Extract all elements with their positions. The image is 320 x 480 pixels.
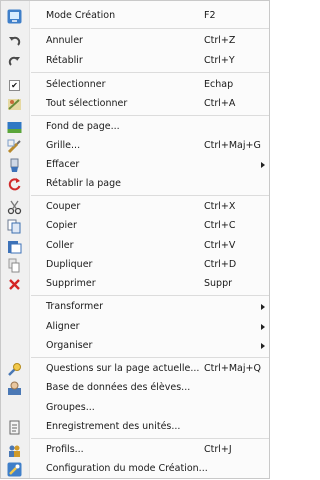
menu-item-redo[interactable]: Rétablir Ctrl+Y — [1, 52, 269, 71]
menu-item-label: Coller — [46, 240, 74, 251]
menu-item-design-mode[interactable]: Mode Création F2 — [1, 7, 269, 26]
menu-item-label: Copier — [46, 220, 77, 231]
menu-separator — [31, 195, 269, 196]
menu-item-unit-registration[interactable]: Enregistrement des unités... — [1, 418, 269, 437]
menu-item-copy[interactable]: Copier Ctrl+C — [1, 217, 269, 236]
checked-checkbox: ✔ — [9, 80, 20, 91]
menu-item-erase[interactable]: Effacer — [1, 156, 269, 175]
menu-item-arrange[interactable]: Organiser — [1, 337, 269, 356]
menu-item-shortcut: F2 — [204, 10, 216, 21]
menu-item-label: Fond de page... — [46, 121, 120, 132]
questions-icon — [7, 362, 22, 377]
checkmark-icon: ✔ — [11, 80, 18, 90]
profiles-icon — [7, 443, 22, 458]
student-database-icon — [7, 381, 22, 396]
menu-item-label: Mode Création — [46, 10, 116, 21]
menu-item-cut[interactable]: Couper Ctrl+X — [1, 198, 269, 217]
select-check-icon: ✔ — [7, 78, 22, 93]
reset-page-icon — [7, 177, 22, 192]
copy-icon — [7, 219, 22, 234]
menu-item-page-questions[interactable]: Questions sur la page actuelle... Ctrl+M… — [1, 360, 269, 379]
menu-item-select[interactable]: ✔ Sélectionner Echap — [1, 76, 269, 95]
design-mode-icon — [7, 9, 22, 24]
select-all-icon — [7, 97, 22, 112]
menu-item-page-background[interactable]: Fond de page... — [1, 118, 269, 137]
menu-item-label: Configuration du mode Création... — [46, 463, 208, 474]
redo-icon — [7, 54, 22, 69]
menu-item-shortcut: Ctrl+Maj+Q — [204, 363, 261, 374]
menu-item-transform[interactable]: Transformer — [1, 298, 269, 317]
menu-item-shortcut: Ctrl+J — [204, 444, 232, 455]
cut-icon — [7, 200, 22, 215]
submenu-arrow-icon — [261, 304, 265, 310]
menu-item-duplicate[interactable]: Dupliquer Ctrl+D — [1, 256, 269, 275]
menu-item-grid[interactable]: Grille... Ctrl+Maj+G — [1, 137, 269, 156]
menu-separator — [31, 28, 269, 29]
menu-item-label: Tout sélectionner — [46, 98, 128, 109]
menu-item-reset-page[interactable]: Rétablir la page — [1, 175, 269, 194]
menu-separator — [31, 72, 269, 73]
menu-item-shortcut: Ctrl+A — [204, 98, 236, 109]
menu-separator — [31, 295, 269, 296]
undo-icon — [7, 34, 22, 49]
menu-item-shortcut: Ctrl+C — [204, 220, 236, 231]
menu-item-label: Profils... — [46, 444, 84, 455]
menu-item-groups[interactable]: Groupes... — [1, 399, 269, 418]
menu-item-label: Couper — [46, 201, 81, 212]
menu-item-student-database[interactable]: Base de données des élèves... — [1, 379, 269, 398]
menu-item-design-config[interactable]: Configuration du mode Création... — [1, 460, 269, 479]
menu-item-label: Rétablir — [46, 55, 83, 66]
erase-icon — [7, 158, 22, 173]
menu-item-align[interactable]: Aligner — [1, 318, 269, 337]
menu-item-label: Grille... — [46, 140, 81, 151]
design-config-icon — [7, 462, 22, 477]
menu-item-label: Sélectionner — [46, 79, 106, 90]
menu-item-label: Aligner — [46, 321, 80, 332]
menu-item-label: Organiser — [46, 340, 93, 351]
menu-item-profiles[interactable]: Profils... Ctrl+J — [1, 441, 269, 460]
menu-item-shortcut: Ctrl+V — [204, 240, 236, 251]
menu-item-label: Transformer — [46, 301, 104, 312]
menu-item-shortcut: Ctrl+X — [204, 201, 236, 212]
menu-item-delete[interactable]: Supprimer Suppr — [1, 275, 269, 294]
menu-item-label: Questions sur la page actuelle... — [46, 363, 200, 374]
menu-item-undo[interactable]: Annuler Ctrl+Z — [1, 32, 269, 51]
context-menu: Mode Création F2 Annuler Ctrl+Z Rétablir… — [0, 0, 270, 479]
menu-item-label: Rétablir la page — [46, 178, 122, 189]
menu-item-shortcut: Ctrl+Maj+G — [204, 140, 261, 151]
menu-item-label: Annuler — [46, 35, 83, 46]
menu-item-label: Supprimer — [46, 278, 96, 289]
submenu-arrow-icon — [261, 343, 265, 349]
menu-separator — [31, 357, 269, 358]
delete-icon — [7, 277, 22, 292]
menu-item-paste[interactable]: Coller Ctrl+V — [1, 237, 269, 256]
menu-item-label: Groupes... — [46, 402, 95, 413]
grid-icon — [7, 139, 22, 154]
menu-separator — [31, 115, 269, 116]
submenu-arrow-icon — [261, 162, 265, 168]
paste-icon — [7, 239, 22, 254]
duplicate-icon — [7, 258, 22, 273]
menu-item-shortcut: Echap — [204, 79, 234, 90]
menu-item-label: Effacer — [46, 159, 80, 170]
unit-registration-icon — [7, 420, 22, 435]
menu-item-label: Dupliquer — [46, 259, 93, 270]
menu-item-shortcut: Suppr — [204, 278, 233, 289]
menu-item-label: Base de données des élèves... — [46, 382, 191, 393]
menu-item-shortcut: Ctrl+Y — [204, 55, 235, 66]
menu-item-label: Enregistrement des unités... — [46, 421, 181, 432]
page-background-icon — [7, 120, 22, 135]
menu-item-shortcut: Ctrl+Z — [204, 35, 236, 46]
menu-item-select-all[interactable]: Tout sélectionner Ctrl+A — [1, 95, 269, 114]
menu-item-shortcut: Ctrl+D — [204, 259, 237, 270]
menu-separator — [31, 438, 269, 439]
submenu-arrow-icon — [261, 324, 265, 330]
